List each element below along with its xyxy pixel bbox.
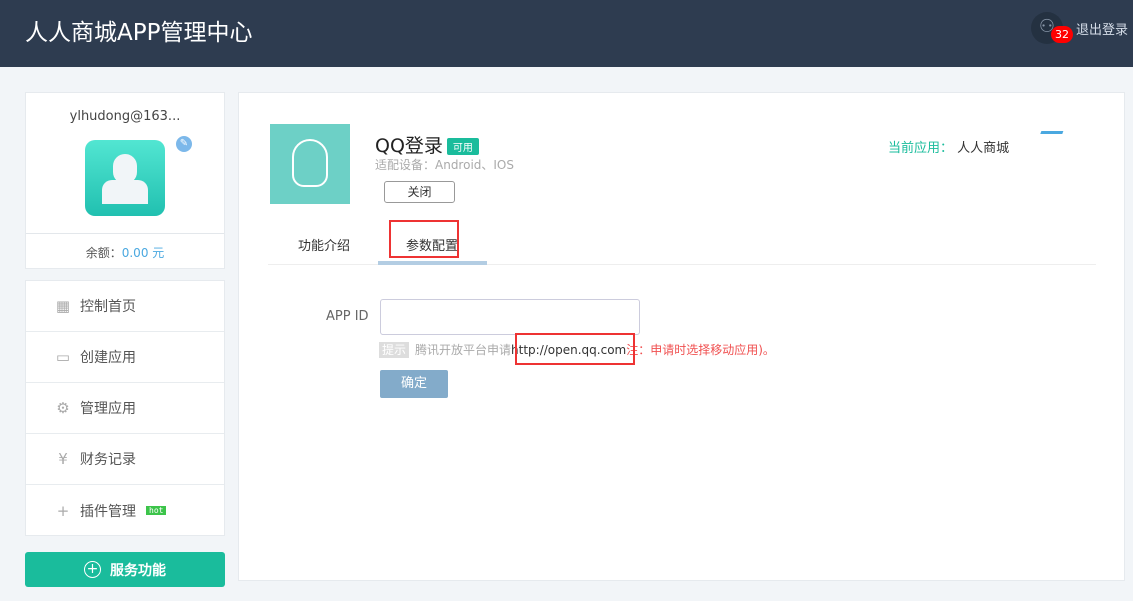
tab-intro[interactable]: 功能介绍 bbox=[298, 235, 350, 254]
balance-value: 0.00 元 bbox=[121, 246, 165, 260]
avatar[interactable] bbox=[85, 140, 165, 216]
sidebar-menu: ▦ 控制首页 ▭ 创建应用 ⚙ 管理应用 ¥ 财务记录 + 插件管理 hot bbox=[25, 280, 225, 536]
highlight-box bbox=[389, 220, 459, 258]
balance-label: 余额： bbox=[85, 246, 122, 260]
qq-logo-icon bbox=[270, 124, 350, 204]
sidebar-item-label: 创建应用 bbox=[80, 350, 136, 366]
sidebar-item-label: 插件管理 bbox=[80, 503, 136, 520]
current-app-label: 当前应用： bbox=[888, 141, 954, 156]
hint-note: 注：申请时选择移动应用 bbox=[626, 343, 759, 357]
top-bar: 人人商城APP管理中心 ⚇ 32 退出登录 bbox=[0, 0, 1133, 67]
inbox-icon: ▭ bbox=[55, 348, 71, 366]
logout-link[interactable]: 退出登录 bbox=[1076, 19, 1128, 38]
hint-tag: 提示 bbox=[379, 342, 410, 358]
service-button[interactable]: + 服务功能 bbox=[25, 552, 225, 587]
close-button[interactable]: 关闭 bbox=[384, 181, 455, 203]
sidebar-item-create-app[interactable]: ▭ 创建应用 bbox=[26, 332, 224, 383]
sidebar-item-finance[interactable]: ¥ 财务记录 bbox=[26, 434, 224, 485]
confirm-button[interactable]: 确定 bbox=[380, 370, 448, 398]
balance: 余额：0.00 元 bbox=[26, 233, 224, 261]
supported-devices: 适配设备：Android、IOS bbox=[375, 158, 514, 172]
yen-icon: ¥ bbox=[58, 450, 68, 468]
sidebar-item-label: 管理应用 bbox=[80, 401, 136, 417]
shop-logo bbox=[1036, 129, 1066, 159]
plus-icon: + bbox=[56, 501, 70, 520]
status-badge: 可用 bbox=[446, 138, 479, 155]
app-id-label: APP ID bbox=[326, 309, 369, 324]
username: ylhudong@163... bbox=[69, 109, 181, 124]
app-id-input[interactable] bbox=[380, 299, 640, 335]
service-label: 服务功能 bbox=[110, 562, 166, 579]
main-panel: QQ登录 可用 适配设备：Android、IOS 关闭 当前应用： 人人商城 功能… bbox=[238, 92, 1125, 581]
sidebar-item-label: 控制首页 bbox=[80, 299, 136, 315]
sidebar-item-dashboard[interactable]: ▦ 控制首页 bbox=[26, 281, 224, 332]
app-title: 人人商城APP管理中心 bbox=[25, 20, 253, 46]
sidebar-item-manage-app[interactable]: ⚙ 管理应用 bbox=[26, 383, 224, 434]
dashboard-icon: ▦ bbox=[55, 297, 71, 315]
highlight-box bbox=[515, 333, 635, 365]
hint-end: )。 bbox=[758, 343, 775, 357]
plus-circle-icon: + bbox=[84, 561, 101, 578]
pencil-icon[interactable]: ✎ bbox=[176, 136, 192, 152]
gear-icon: ⚙ bbox=[56, 399, 70, 417]
current-app: 当前应用： 人人商城 bbox=[888, 137, 1009, 156]
app-name-text: QQ登录 bbox=[375, 135, 443, 157]
hot-badge: hot bbox=[146, 506, 167, 515]
notification-badge: 32 bbox=[1051, 26, 1073, 43]
sidebar-item-plugins[interactable]: + 插件管理 hot bbox=[26, 485, 224, 536]
sidebar-item-label: 财务记录 bbox=[80, 452, 136, 468]
user-card: ylhudong@163... ✎ 余额：0.00 元 bbox=[25, 92, 225, 269]
active-tab-indicator bbox=[378, 261, 487, 265]
hint-text: 腾讯开放平台申请 bbox=[415, 343, 512, 357]
app-name: QQ登录 可用 bbox=[375, 131, 479, 158]
current-app-value: 人人商城 bbox=[957, 141, 1010, 156]
